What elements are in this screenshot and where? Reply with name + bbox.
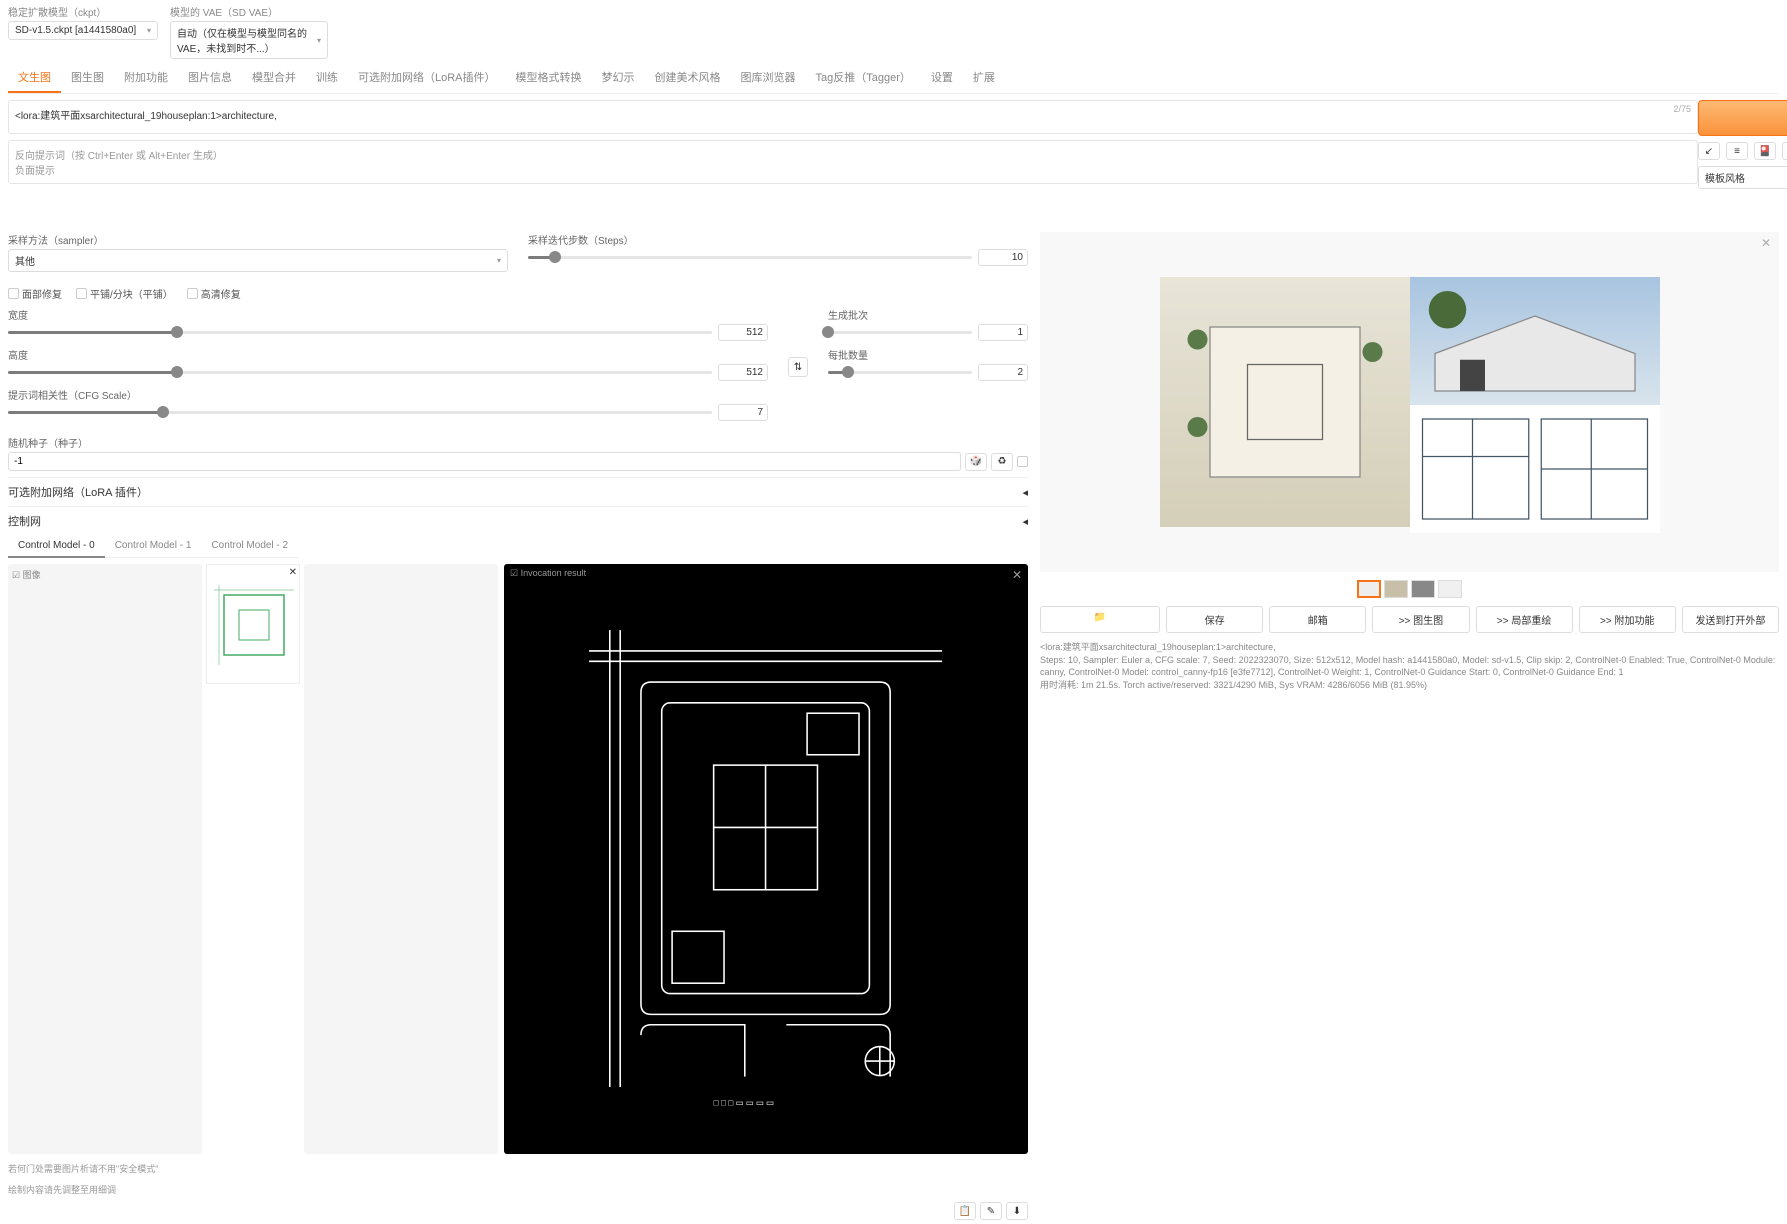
folder-button[interactable]: 📁 <box>1040 606 1160 633</box>
caret-icon: ◂ <box>1022 486 1028 499</box>
width-slider[interactable] <box>8 331 712 334</box>
tab-txt2img[interactable]: 文生图 <box>8 63 61 93</box>
output-thumb-2[interactable] <box>1411 580 1435 598</box>
zip-button[interactable]: 邮箱 <box>1269 606 1366 633</box>
prompt-input[interactable]: <lora:建筑平面xsarchitectural_19houseplan:1>… <box>8 100 1698 134</box>
send-extras-button[interactable]: >> 附加功能 <box>1579 606 1676 633</box>
cn-footer-2: 绘制内容请先调整至用细调 <box>8 1183 1028 1196</box>
tab-tagger[interactable]: Tag反推（Tagger） <box>806 63 921 93</box>
sampler-select[interactable]: 其他▾ <box>8 249 508 272</box>
batch-count-value[interactable]: 1 <box>978 324 1028 341</box>
output-thumb-1[interactable] <box>1384 580 1408 598</box>
vae-label: 模型的 VAE（SD VAE） <box>170 4 328 19</box>
tab-convert[interactable]: 模型格式转换 <box>506 63 592 93</box>
swap-wh-button[interactable]: ⇅ <box>788 357 808 377</box>
model-label: 稳定扩散模型（ckpt） <box>8 4 158 19</box>
steps-value[interactable]: 10 <box>978 249 1028 266</box>
model-select[interactable]: SD-v1.5.ckpt [a1441580a0]▾ <box>8 21 158 40</box>
steps-slider[interactable] <box>528 256 972 259</box>
save-button[interactable]: 保存 <box>1166 606 1263 633</box>
download-icon[interactable]: ⬇ <box>1006 1202 1028 1220</box>
tab-merge[interactable]: 模型合并 <box>242 63 306 93</box>
caret-icon: ◂ <box>1022 515 1028 528</box>
token-count: 2/75 <box>1673 104 1691 114</box>
cn-tab-2[interactable]: Control Model - 2 <box>201 535 298 558</box>
chevron-down-icon: ▾ <box>147 26 151 35</box>
recycle-icon[interactable]: ♻ <box>991 453 1013 471</box>
batch-size-value[interactable]: 2 <box>978 364 1028 381</box>
cn-tab-0[interactable]: Control Model - 0 <box>8 535 105 558</box>
sampler-label: 采样方法（sampler） <box>8 232 508 247</box>
cfg-slider[interactable] <box>8 411 712 414</box>
send-inpaint-button[interactable]: >> 局部重绘 <box>1476 606 1573 633</box>
batch-size-slider[interactable] <box>828 371 972 374</box>
edit-icon[interactable]: ✎ <box>980 1202 1002 1220</box>
height-slider[interactable] <box>8 371 712 374</box>
negative-prompt-input[interactable]: 反向提示词（按 Ctrl+Enter 或 Alt+Enter 生成） 负面提示 <box>8 140 1698 184</box>
output-thumb-3[interactable] <box>1438 580 1462 598</box>
send-external-button[interactable]: 发送到打开外部 <box>1682 606 1779 633</box>
style-select[interactable]: 模板风格▾ <box>1698 166 1787 189</box>
generate-button[interactable]: 生成 <box>1698 100 1787 136</box>
dice-icon[interactable]: 🎲 <box>965 453 987 471</box>
output-thumb-0[interactable] <box>1357 580 1381 598</box>
cfg-label: 提示词相关性（CFG Scale） <box>8 387 768 402</box>
tab-extras[interactable]: 附加功能 <box>114 63 178 93</box>
meta-prompt: <lora:建筑平面xsarchitectural_19houseplan:1>… <box>1040 641 1779 654</box>
tab-dream[interactable]: 梦幻示 <box>592 63 645 93</box>
cfg-value[interactable]: 7 <box>718 404 768 421</box>
cn-preview: ☑ Invocation result ✕ □ □ □ <box>504 564 1028 1154</box>
vae-select[interactable]: 自动（仅在模型与模型同名的 VAE，未找到时不...）▾ <box>170 21 328 59</box>
tab-train[interactable]: 训练 <box>306 63 348 93</box>
tab-lora[interactable]: 可选附加网络（LoRA插件） <box>348 63 506 93</box>
tab-settings[interactable]: 设置 <box>921 63 963 93</box>
svg-text:□ □ □ ▭ ▭ ▭ ▭: □ □ □ ▭ ▭ ▭ ▭ <box>714 1098 774 1108</box>
width-label: 宽度 <box>8 307 768 322</box>
tab-browser[interactable]: 图库浏览器 <box>731 63 806 93</box>
cn-upload-panel[interactable]: ☑ 图像 <box>8 564 202 1154</box>
list-icon[interactable]: ≡ <box>1726 142 1748 160</box>
tiling-check[interactable] <box>76 288 87 299</box>
lora-accordion[interactable]: 可选附加网络（LoRA 插件）◂ <box>8 477 1028 506</box>
height-label: 高度 <box>8 347 768 362</box>
steps-label: 采样迭代步数（Steps） <box>528 232 1028 247</box>
controlnet-accordion[interactable]: 控制网◂ <box>8 506 1028 535</box>
cn-thumbnail[interactable]: ✕ <box>206 564 300 684</box>
send-img2img-button[interactable]: >> 图生图 <box>1372 606 1469 633</box>
arrow-icon[interactable]: ↙ <box>1698 142 1720 160</box>
cn-footer-1: 若何门处需要图片析请不用"安全模式" <box>8 1162 1028 1175</box>
clip-icon[interactable]: 📋 <box>954 1202 976 1220</box>
seed-label: 随机种子（种子） <box>8 435 1028 450</box>
cn-upload-panel-2[interactable] <box>304 564 498 1154</box>
height-value[interactable]: 512 <box>718 364 768 381</box>
chevron-down-icon: ▾ <box>317 36 321 45</box>
chevron-down-icon: ▾ <box>497 256 501 265</box>
seed-extra-check[interactable] <box>1017 456 1028 467</box>
width-value[interactable]: 512 <box>718 324 768 341</box>
tab-pnginfo[interactable]: 图片信息 <box>178 63 242 93</box>
output-image[interactable]: ✕ <box>1040 232 1779 572</box>
tab-extensions[interactable]: 扩展 <box>963 63 1005 93</box>
batch-size-label: 每批数量 <box>828 347 1028 362</box>
tab-img2img[interactable]: 图生图 <box>61 63 114 93</box>
cn-tab-1[interactable]: Control Model - 1 <box>105 535 202 558</box>
close-icon[interactable]: ✕ <box>1761 236 1771 250</box>
batch-count-slider[interactable] <box>828 331 972 334</box>
meta-timing: 用时消耗: 1m 21.5s. Torch active/reserved: 3… <box>1040 679 1779 692</box>
card-icon[interactable]: 🎴 <box>1754 142 1776 160</box>
tab-artstyle[interactable]: 创建美术风格 <box>645 63 731 93</box>
meta-params: Steps: 10, Sampler: Euler a, CFG scale: … <box>1040 654 1779 679</box>
face-restore-check[interactable] <box>8 288 19 299</box>
main-tabs: 文生图 图生图 附加功能 图片信息 模型合并 训练 可选附加网络（LoRA插件）… <box>8 63 1779 94</box>
hires-check[interactable] <box>187 288 198 299</box>
batch-count-label: 生成批次 <box>828 307 1028 322</box>
trash-icon[interactable]: 🗑 <box>1782 142 1787 160</box>
close-icon[interactable]: ✕ <box>1012 568 1022 582</box>
seed-input[interactable] <box>8 452 961 471</box>
